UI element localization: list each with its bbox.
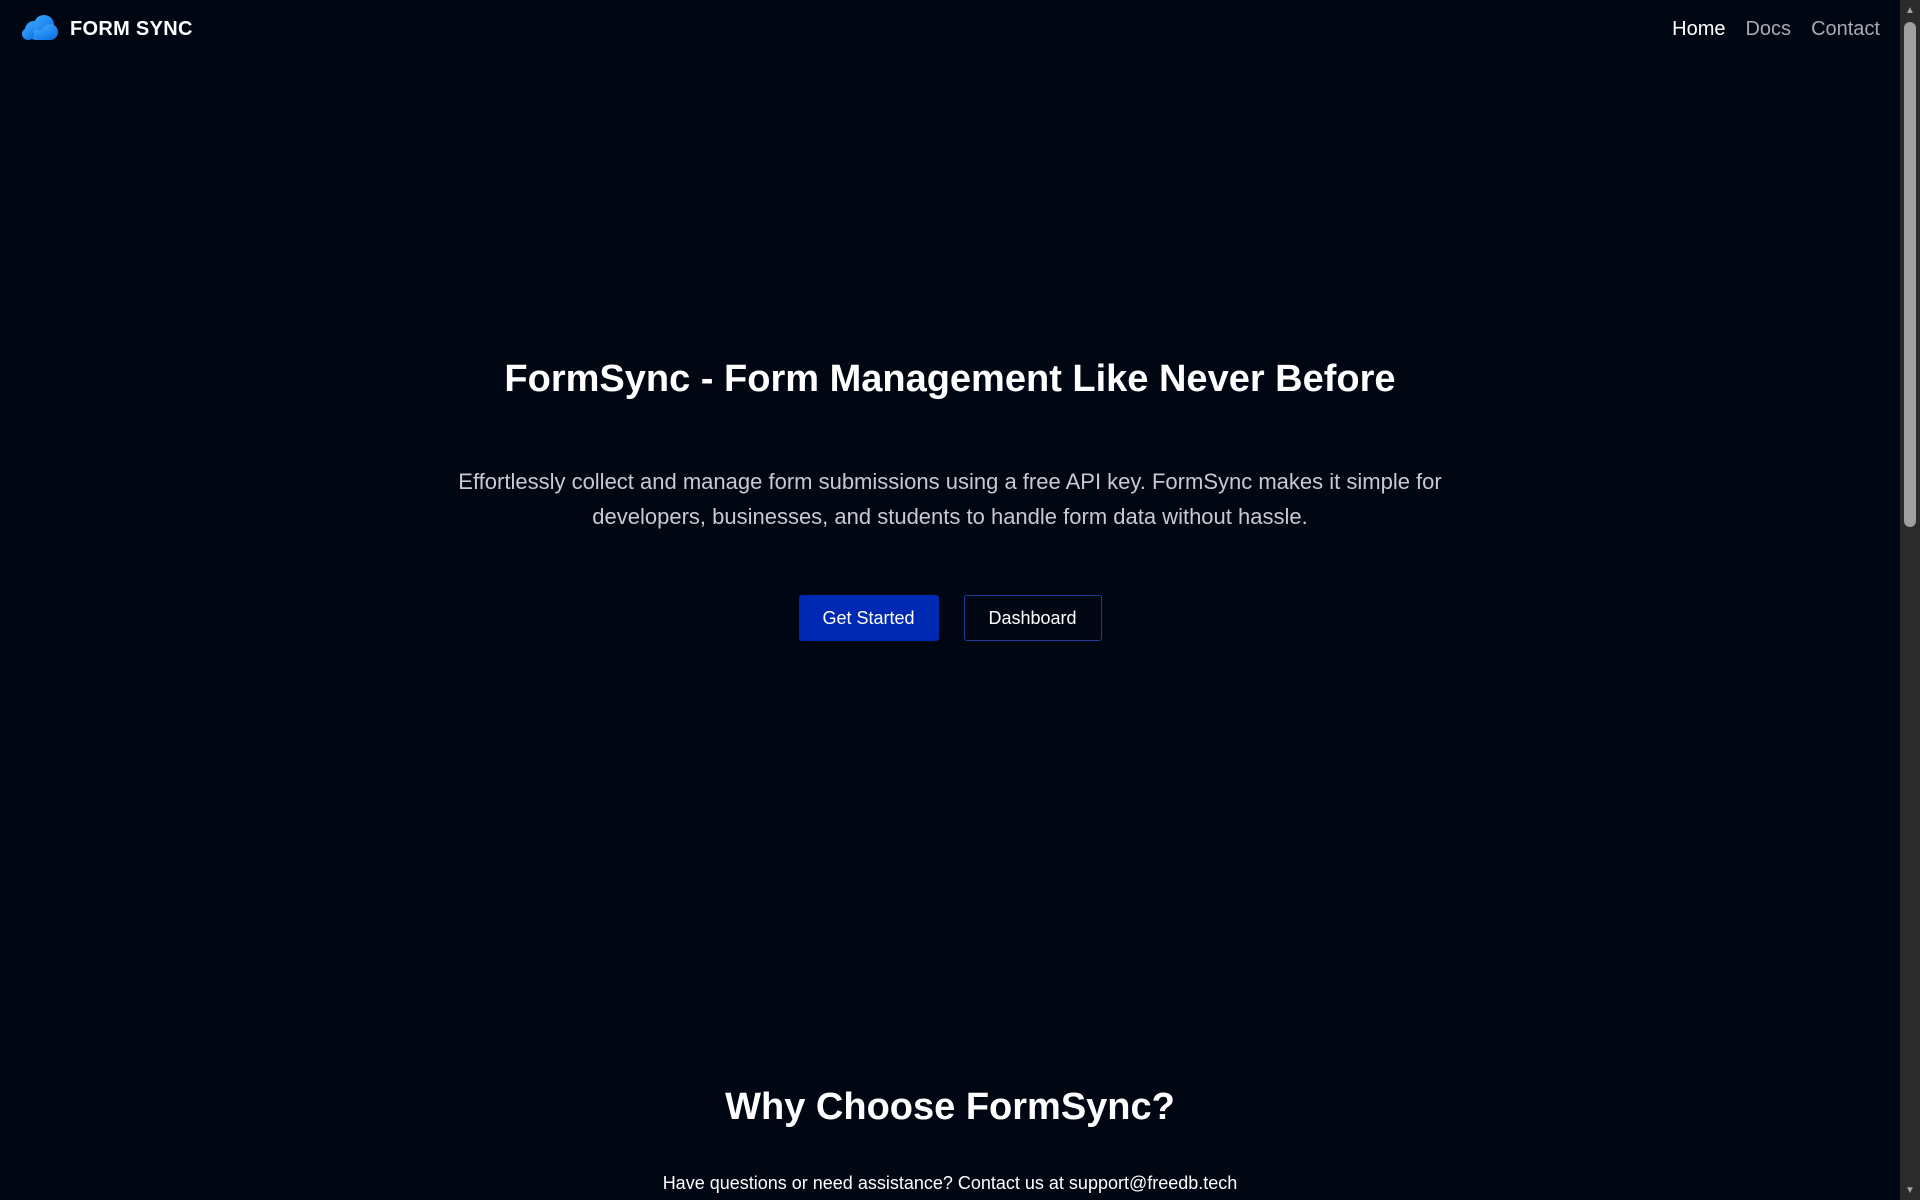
hero-buttons: Get Started Dashboard — [0, 595, 1900, 641]
page: FORM SYNC Home Docs Contact FormSync - F… — [0, 0, 1920, 1200]
brand-name: FORM SYNC — [70, 17, 193, 40]
nav-docs[interactable]: Docs — [1745, 18, 1791, 41]
get-started-button[interactable]: Get Started — [798, 595, 939, 641]
features-title: Why Choose FormSync? — [725, 1086, 1175, 1128]
hero-title: FormSync - Form Management Like Never Be… — [504, 358, 1396, 400]
dashboard-button[interactable]: Dashboard — [963, 595, 1102, 641]
nav-home[interactable]: Home — [1672, 18, 1725, 41]
vertical-scrollbar[interactable]: ▲ ▼ — [1900, 0, 1920, 1200]
contact-note: Have questions or need assistance? Conta… — [662, 1173, 1238, 1193]
navbar: FORM SYNC Home Docs Contact — [0, 0, 1900, 60]
nav-links: Home Docs Contact — [1672, 18, 1880, 41]
viewport: FORM SYNC Home Docs Contact FormSync - F… — [0, 0, 1900, 1200]
cloud-icon — [20, 12, 60, 46]
nav-contact[interactable]: Contact — [1811, 18, 1880, 41]
scroll-up-arrow-icon[interactable]: ▲ — [1900, 2, 1920, 18]
hero-subtitle: Effortlessly collect and manage form sub… — [458, 469, 1442, 529]
scroll-down-arrow-icon[interactable]: ▼ — [1900, 1182, 1920, 1198]
brand-logo-link[interactable]: FORM SYNC — [20, 12, 193, 46]
scroll-thumb[interactable] — [1904, 22, 1916, 527]
